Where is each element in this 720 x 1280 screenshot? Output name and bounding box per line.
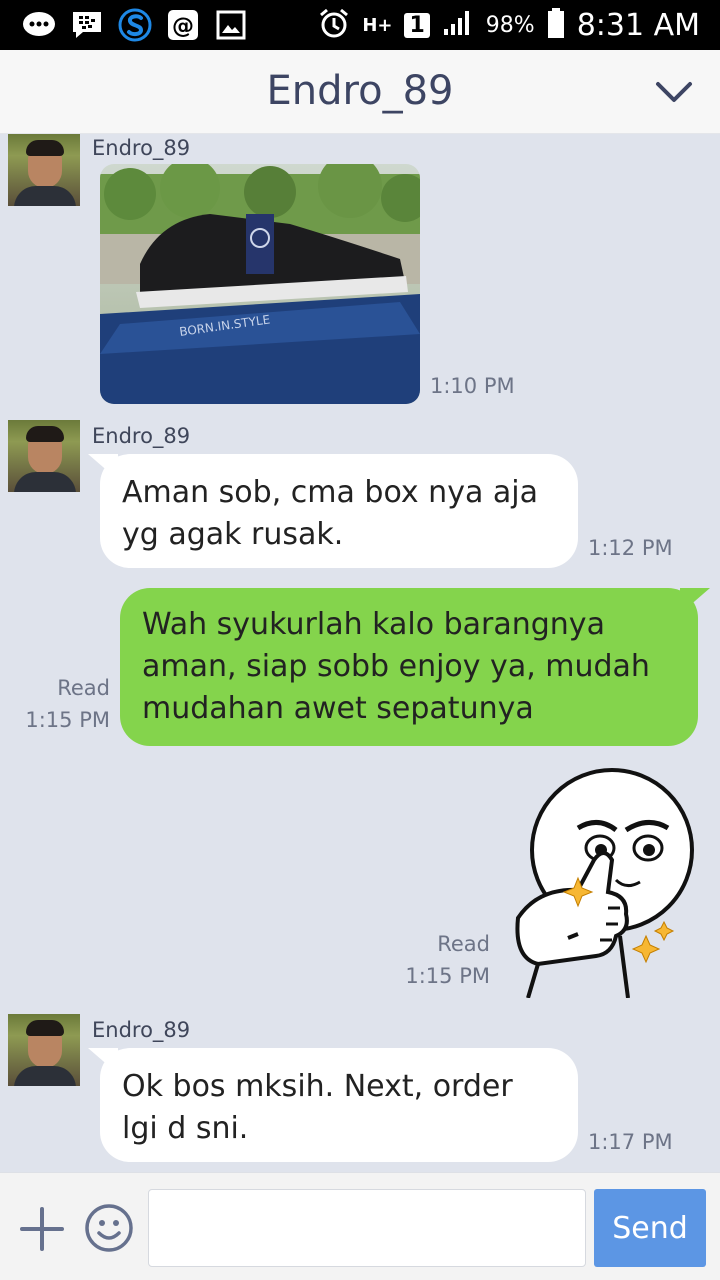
message-text-line: Wah syukurlah kalo barangnya — [142, 607, 605, 642]
email-at-icon: @ — [166, 8, 200, 42]
message-text-line: yg agak rusak. — [122, 517, 344, 552]
network-type: H+ — [362, 14, 393, 36]
sender-name: Endro_89 — [92, 424, 191, 448]
chevron-down-icon[interactable] — [654, 76, 694, 108]
message-text-line: Ok bos mksih. Next, order — [122, 1069, 513, 1104]
battery-icon — [547, 8, 565, 42]
message-time: 1:17 PM — [588, 1130, 673, 1154]
bbm-icon — [70, 8, 104, 42]
thinking-face-sticker[interactable] — [508, 768, 704, 999]
clock: 8:31 AM — [576, 7, 700, 43]
svg-text:@: @ — [172, 14, 194, 39]
alarm-icon — [318, 7, 350, 43]
read-receipt: Read — [437, 932, 490, 956]
chat-title: Endro_89 — [266, 68, 454, 114]
message-outgoing: Read 1:15 PM Wah syukurlah kalo barangny… — [0, 588, 720, 748]
avatar[interactable] — [8, 134, 80, 206]
sender-name: Endro_89 — [92, 1018, 191, 1042]
message-image: Endro_89 BORN.IN.STYLE 1:10 PM — [0, 134, 720, 414]
message-time: 1:12 PM — [588, 536, 673, 560]
emoji-icon[interactable] — [84, 1203, 134, 1253]
message-text-line: mudahan awet sepatunya — [142, 691, 534, 726]
message-text-line: lgi d sni. — [122, 1111, 249, 1146]
notification-icons: @ — [22, 8, 248, 42]
system-status: H+ 1 98% 8:31 AM — [318, 0, 700, 50]
message-incoming: Endro_89 Aman sob, cma box nya aja yg ag… — [0, 420, 720, 570]
message-time: 1:15 PM — [405, 964, 490, 988]
message-text-line: aman, siap sobb enjoy ya, mudah — [142, 649, 650, 684]
shoe-photo[interactable]: BORN.IN.STYLE — [100, 164, 420, 404]
chat-header: Endro_89 — [0, 50, 720, 134]
sender-name: Endro_89 — [92, 136, 191, 160]
avatar[interactable] — [8, 1014, 80, 1086]
plus-icon[interactable] — [18, 1205, 66, 1253]
read-receipt: Read — [57, 676, 110, 700]
status-bar: @ H+ 1 98% 8:31 AM — [0, 0, 720, 50]
send-button[interactable]: Send — [594, 1189, 706, 1267]
signal-icon — [442, 9, 474, 41]
chat-bubble-icon — [22, 8, 56, 42]
message-list[interactable]: Endro_89 BORN.IN.STYLE 1:10 PM Endro_89 … — [0, 134, 720, 1172]
message-incoming: Endro_89 Ok bos mksih. Next, order lgi d… — [0, 1014, 720, 1164]
swype-icon — [118, 8, 152, 42]
sim-indicator: 1 — [404, 12, 430, 38]
message-bubble[interactable]: Aman sob, cma box nya aja yg agak rusak. — [100, 454, 578, 568]
avatar[interactable] — [8, 420, 80, 492]
message-time: 1:15 PM — [25, 708, 110, 732]
message-sticker: Read 1:15 PM — [0, 764, 720, 1004]
message-bubble[interactable]: Ok bos mksih. Next, order lgi d sni. — [100, 1048, 578, 1162]
message-input-bar: Send — [0, 1172, 720, 1280]
message-text-line: Aman sob, cma box nya aja — [122, 475, 538, 510]
message-input[interactable] — [148, 1189, 586, 1267]
gallery-icon — [214, 8, 248, 42]
message-bubble[interactable]: Wah syukurlah kalo barangnya aman, siap … — [120, 588, 698, 746]
message-time: 1:10 PM — [430, 374, 515, 398]
battery-percent: 98% — [485, 12, 535, 38]
